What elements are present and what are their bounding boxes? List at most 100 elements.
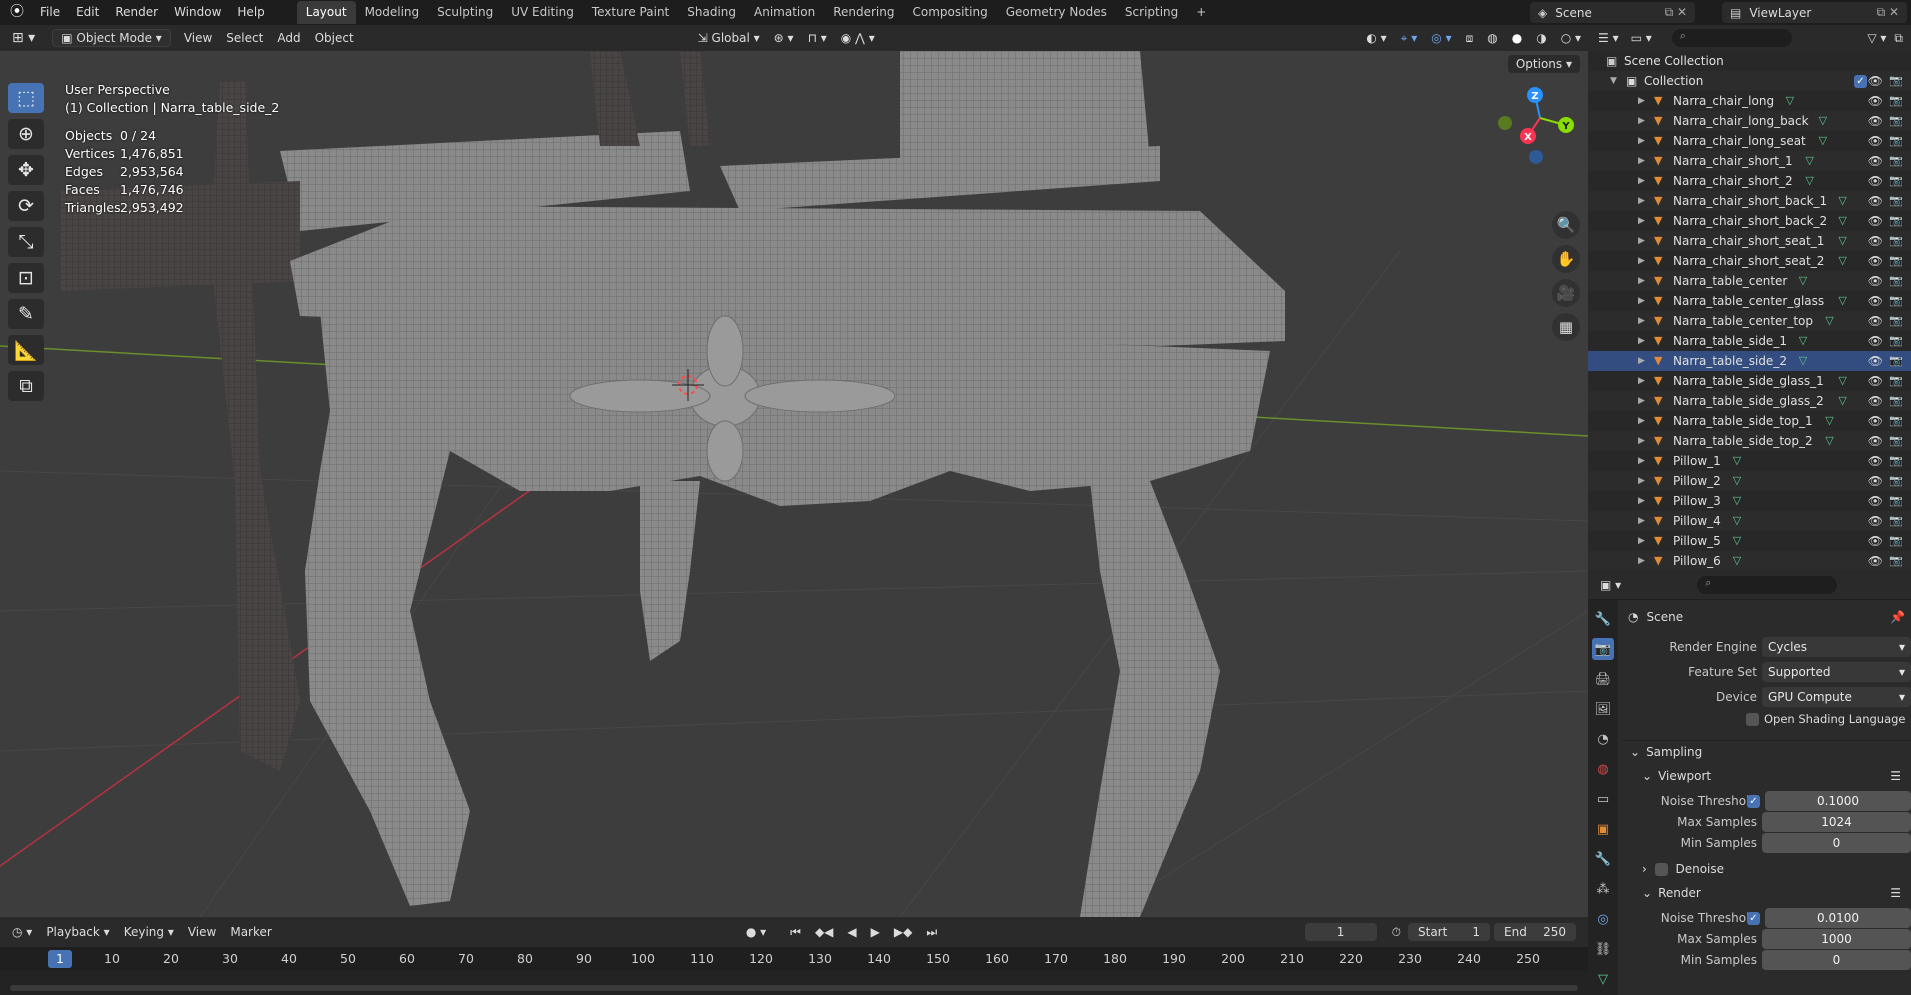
- blender-logo-icon[interactable]: ⦿: [0, 0, 32, 25]
- start-frame-field[interactable]: Start 1: [1408, 923, 1490, 941]
- eye-icon[interactable]: 👁: [1868, 511, 1883, 531]
- expand-arrow-icon[interactable]: ▶: [1638, 311, 1645, 331]
- menu-object[interactable]: Object: [308, 31, 361, 45]
- device-dropdown[interactable]: GPU Compute ▾: [1762, 687, 1911, 707]
- outliner-search-input[interactable]: ⌕: [1671, 29, 1792, 47]
- camera-icon[interactable]: 📷: [1889, 191, 1903, 211]
- outliner-object-row[interactable]: ▶ ▼ Narra_table_side_top_2 ▽ 👁 📷: [1588, 431, 1911, 451]
- expand-arrow-icon[interactable]: ▶: [1638, 531, 1645, 551]
- outliner-editor-icon[interactable]: ☰ ▾: [1592, 31, 1625, 45]
- outliner-object-row[interactable]: ▶ ▼ Pillow_1 ▽ 👁 📷: [1588, 451, 1911, 471]
- r-noise-checkbox[interactable]: ✓: [1747, 911, 1760, 925]
- data-tab-icon[interactable]: ▽: [1592, 968, 1614, 990]
- denoise-checkbox[interactable]: [1654, 863, 1668, 876]
- end-frame-field[interactable]: End 250: [1494, 923, 1576, 941]
- eye-icon[interactable]: 👁: [1868, 71, 1883, 91]
- expand-arrow-icon[interactable]: ▶: [1638, 151, 1645, 171]
- play-reverse-icon[interactable]: ◀: [840, 925, 863, 939]
- camera-icon[interactable]: 📷: [1889, 331, 1903, 351]
- eye-icon[interactable]: 👁: [1868, 311, 1883, 331]
- camera-icon[interactable]: 📷: [1889, 531, 1903, 551]
- outliner-object-row[interactable]: ▶ ▼ Narra_table_side_top_1 ▽ 👁 📷: [1588, 411, 1911, 431]
- measure-tool-icon[interactable]: 📐: [8, 335, 44, 365]
- mesh-data-icon[interactable]: ▽: [1838, 371, 1846, 391]
- vp-noise-field[interactable]: 0.1000: [1765, 791, 1911, 811]
- vp-noise-checkbox[interactable]: ✓: [1747, 794, 1760, 808]
- tab-animation[interactable]: Animation: [745, 1, 824, 24]
- outliner-object-row[interactable]: ▶ ▼ Pillow_2 ▽ 👁 📷: [1588, 471, 1911, 491]
- mesh-data-icon[interactable]: ▽: [1733, 471, 1741, 491]
- camera-icon[interactable]: 📷: [1889, 291, 1903, 311]
- outliner-object-row[interactable]: ▶ ▼ Narra_chair_short_back_1 ▽ 👁 📷: [1588, 191, 1911, 211]
- sampling-panel-header[interactable]: ⌄ Sampling: [1622, 740, 1911, 762]
- eye-icon[interactable]: 👁: [1868, 471, 1883, 491]
- perspective-grid-icon[interactable]: ▦: [1552, 313, 1580, 341]
- outliner-object-row[interactable]: ▶ ▼ Narra_chair_long_back ▽ 👁 📷: [1588, 111, 1911, 131]
- prev-keyframe-icon[interactable]: ◆◀: [808, 925, 840, 939]
- outliner-object-row[interactable]: ▶ ▼ Pillow_3 ▽ 👁 📷: [1588, 491, 1911, 511]
- shading-solid-icon[interactable]: ●: [1505, 31, 1529, 45]
- expand-arrow-icon[interactable]: ▶: [1638, 111, 1645, 131]
- camera-icon[interactable]: 📷: [1889, 431, 1903, 451]
- tool-tab-icon[interactable]: 🔧: [1592, 608, 1614, 630]
- mesh-data-icon[interactable]: ▽: [1805, 151, 1813, 171]
- outliner-object-row[interactable]: ▶ ▼ Narra_table_center_top ▽ 👁 📷: [1588, 311, 1911, 331]
- tab-rendering[interactable]: Rendering: [824, 1, 903, 24]
- camera-icon[interactable]: 📷: [1889, 511, 1903, 531]
- mesh-data-icon[interactable]: ▽: [1786, 91, 1794, 111]
- play-icon[interactable]: ▶: [864, 925, 887, 939]
- transform-orientation-dropdown[interactable]: ⇲ Global ▾: [691, 31, 767, 45]
- tab-geometry-nodes[interactable]: Geometry Nodes: [997, 1, 1116, 24]
- render-engine-dropdown[interactable]: Cycles ▾: [1762, 637, 1911, 657]
- gizmo-neg-y[interactable]: [1498, 116, 1512, 130]
- mesh-data-icon[interactable]: ▽: [1825, 431, 1833, 451]
- expand-arrow-icon[interactable]: ▶: [1638, 331, 1645, 351]
- collapse-arrow-icon[interactable]: ▼: [1610, 71, 1617, 91]
- eye-icon[interactable]: 👁: [1868, 191, 1883, 211]
- menu-playback[interactable]: Playback ▾: [39, 925, 116, 939]
- camera-icon[interactable]: 📷: [1889, 371, 1903, 391]
- filter-icon[interactable]: ▽ ▾: [1863, 31, 1890, 45]
- expand-arrow-icon[interactable]: ▶: [1638, 511, 1645, 531]
- timer-icon[interactable]: ⏱: [1385, 925, 1408, 940]
- mesh-data-icon[interactable]: ▽: [1825, 411, 1833, 431]
- expand-arrow-icon[interactable]: ▶: [1638, 351, 1645, 371]
- timeline-editor-type-icon[interactable]: ◷ ▾: [0, 925, 39, 939]
- eye-icon[interactable]: 👁: [1868, 391, 1883, 411]
- mesh-data-icon[interactable]: ▽: [1838, 231, 1846, 251]
- outliner-object-row[interactable]: ▶ ▼ Narra_chair_short_2 ▽ 👁 📷: [1588, 171, 1911, 191]
- mesh-data-icon[interactable]: ▽: [1819, 131, 1827, 151]
- tab-shading[interactable]: Shading: [678, 1, 745, 24]
- camera-icon[interactable]: 📷: [1889, 351, 1903, 371]
- rotate-tool-icon[interactable]: ⟳: [8, 191, 44, 221]
- gizmo-neg-z[interactable]: [1529, 150, 1543, 164]
- outliner-object-row[interactable]: ▶ ▼ Narra_chair_long ▽ 👁 📷: [1588, 91, 1911, 111]
- outliner-object-row[interactable]: ▶ ▼ Pillow_4 ▽ 👁 📷: [1588, 511, 1911, 531]
- expand-arrow-icon[interactable]: ▶: [1638, 211, 1645, 231]
- expand-arrow-icon[interactable]: ▶: [1638, 451, 1645, 471]
- mesh-data-icon[interactable]: ▽: [1838, 211, 1846, 231]
- list-icon[interactable]: ☰: [1890, 765, 1901, 787]
- camera-icon[interactable]: 📷: [1889, 491, 1903, 511]
- mesh-data-icon[interactable]: ▽: [1819, 111, 1827, 131]
- menu-add[interactable]: Add: [270, 31, 307, 45]
- eye-icon[interactable]: 👁: [1868, 271, 1883, 291]
- osl-checkbox[interactable]: [1746, 712, 1759, 726]
- mesh-data-icon[interactable]: ▽: [1838, 251, 1846, 271]
- current-frame-field[interactable]: 1: [1304, 923, 1377, 941]
- render-tab-icon[interactable]: 📷: [1592, 638, 1614, 660]
- camera-icon[interactable]: 📷: [1889, 111, 1903, 131]
- menu-timeline-view[interactable]: View: [181, 925, 223, 939]
- camera-icon[interactable]: 📷: [1889, 171, 1903, 191]
- eye-icon[interactable]: 👁: [1868, 91, 1883, 111]
- properties-editor-icon[interactable]: ▣ ▾: [1594, 578, 1627, 592]
- camera-icon[interactable]: 📷: [1889, 71, 1903, 91]
- camera-icon[interactable]: 📷: [1889, 411, 1903, 431]
- expand-arrow-icon[interactable]: ▶: [1638, 231, 1645, 251]
- scene-selector[interactable]: ◈ Scene ⧉ ✕: [1530, 2, 1695, 23]
- transform-tool-icon[interactable]: ⊡: [8, 263, 44, 293]
- mesh-data-icon[interactable]: ▽: [1799, 271, 1807, 291]
- camera-icon[interactable]: 📷: [1889, 231, 1903, 251]
- new-collection-icon[interactable]: ⧉: [1890, 31, 1907, 46]
- 3d-viewport[interactable]: Z Y X Options ▾ ⬚ ⊕ ✥ ⟳ ⤡ ⊡ ✎ 📐 ⧉ User P…: [0, 51, 1588, 917]
